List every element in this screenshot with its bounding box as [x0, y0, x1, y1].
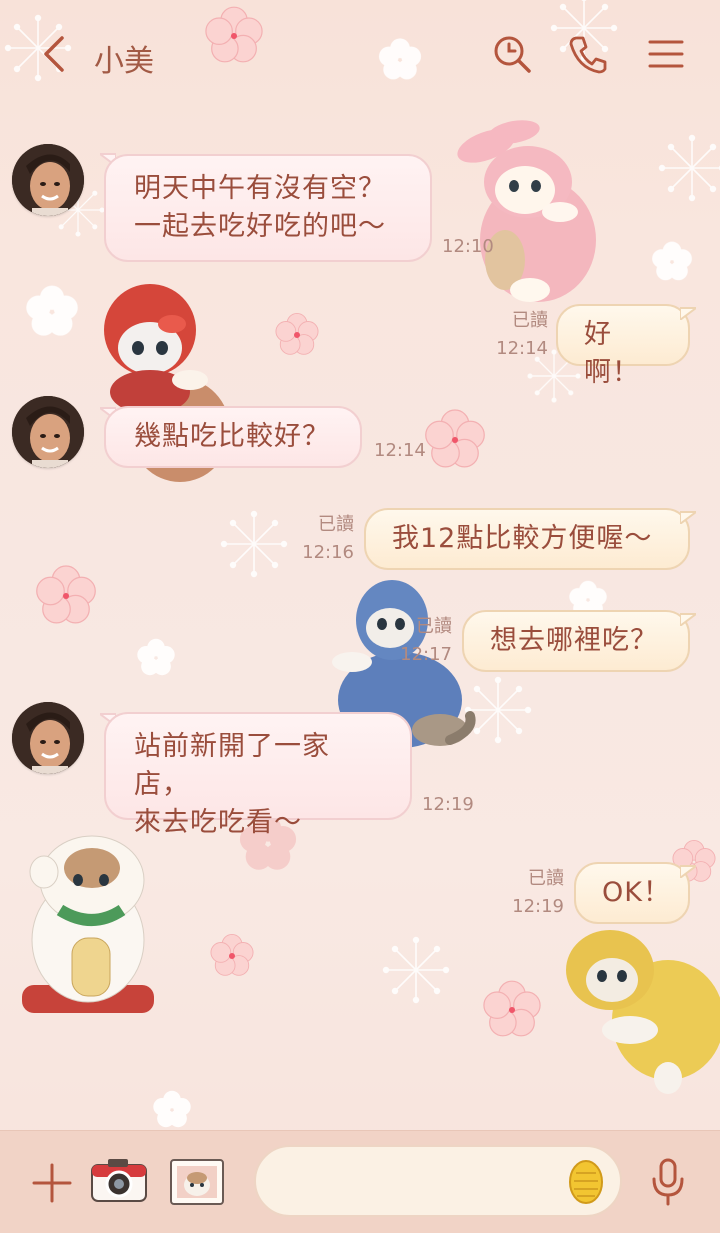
bubble-tail	[680, 307, 696, 320]
message-line: 站前新開了一家店，	[134, 731, 330, 800]
incoming-message[interactable]: 幾點吃比較好？	[104, 406, 362, 468]
read-receipt: 已讀	[416, 616, 452, 637]
message-time: 12:19	[512, 896, 564, 917]
bubble-tail	[680, 865, 696, 878]
message-line: 來去吃吃看〜	[134, 807, 302, 838]
microphone-icon[interactable]	[648, 1157, 688, 1207]
message-time: 12:19	[422, 794, 474, 815]
outgoing-message[interactable]: OK！	[574, 862, 690, 924]
outgoing-message[interactable]: 想去哪裡吃？	[462, 610, 690, 672]
plus-icon[interactable]	[30, 1161, 74, 1205]
emoji-icon[interactable]	[568, 1159, 604, 1205]
photo-icon[interactable]	[168, 1157, 226, 1207]
contact-avatar[interactable]	[12, 396, 84, 468]
message-time: 12:14	[374, 440, 426, 461]
bunny-cat-sticker	[457, 120, 596, 302]
message-line: 我12點比較方便喔〜	[392, 523, 653, 554]
chat-title[interactable]: 小美	[94, 36, 154, 80]
message-line: 明天中午有沒有空？	[134, 173, 386, 204]
message-line: 幾點吃比較好？	[134, 421, 330, 452]
contact-avatar[interactable]	[12, 702, 84, 774]
bubble-tail	[680, 613, 696, 626]
phone-icon[interactable]	[566, 32, 610, 76]
bubble-tail	[680, 511, 696, 524]
message-line: 好啊！	[584, 319, 640, 388]
message-time: 12:10	[442, 236, 494, 257]
message-time: 12:17	[400, 644, 452, 665]
tiger-cat-sticker	[566, 930, 720, 1094]
chat-header: 小美	[0, 0, 720, 110]
outgoing-message[interactable]: 我12點比較方便喔〜	[364, 508, 690, 570]
contact-avatar[interactable]	[12, 144, 84, 216]
read-receipt: 已讀	[528, 868, 564, 889]
incoming-message[interactable]: 站前新開了一家店， 來去吃吃看〜	[104, 712, 412, 838]
read-receipt: 已讀	[512, 310, 548, 331]
search-icon[interactable]	[490, 32, 534, 76]
chevron-left-icon[interactable]	[36, 32, 72, 76]
lucky-cat-sticker	[22, 835, 154, 1013]
outgoing-message[interactable]: 好啊！	[556, 304, 690, 388]
incoming-message[interactable]: 明天中午有沒有空？ 一起去吃好吃的吧〜	[104, 154, 432, 262]
hamburger-menu-icon[interactable]	[644, 32, 688, 76]
message-time: 12:16	[302, 542, 354, 563]
read-receipt: 已讀	[318, 514, 354, 535]
message-line: 一起去吃好吃的吧〜	[134, 211, 386, 242]
message-line: 想去哪裡吃？	[490, 625, 658, 656]
message-input[interactable]	[254, 1145, 622, 1217]
camera-icon[interactable]	[90, 1157, 148, 1205]
message-input-bar	[0, 1130, 720, 1233]
message-line: OK！	[602, 877, 671, 908]
message-time: 12:14	[496, 338, 548, 359]
